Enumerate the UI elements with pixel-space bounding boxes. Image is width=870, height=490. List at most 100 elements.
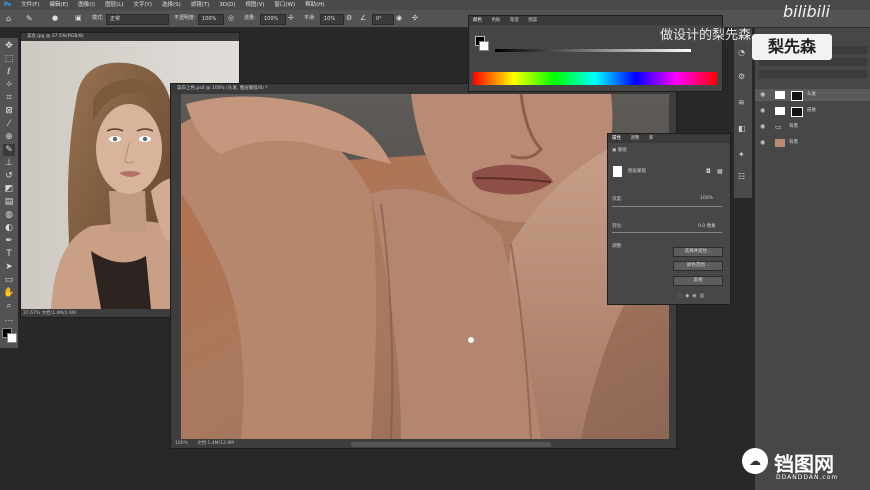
crop-tool-icon[interactable]: ⌗ bbox=[3, 92, 15, 104]
main-canvas-photo[interactable] bbox=[181, 94, 669, 439]
main-document-status: 文档:1.4M/13.9M bbox=[197, 441, 234, 446]
frame-tool-icon[interactable]: ⊠ bbox=[3, 105, 15, 117]
menu-edit[interactable]: 编辑(E) bbox=[46, 0, 73, 10]
adjustments-icon[interactable]: ⚙ bbox=[738, 72, 745, 81]
paths-icon[interactable]: ✦ bbox=[738, 150, 745, 159]
menu-image[interactable]: 图像(I) bbox=[74, 0, 99, 10]
history-icon[interactable]: ☷ bbox=[738, 172, 745, 181]
invert-button[interactable]: 反相 bbox=[673, 276, 723, 286]
marquee-tool-icon[interactable]: ⬚ bbox=[3, 53, 15, 65]
layer-row[interactable]: ◉ 头发 bbox=[755, 89, 870, 101]
layer-mask-thumbnail[interactable] bbox=[791, 107, 803, 117]
color-range-button[interactable]: 颜色范围... bbox=[673, 261, 723, 271]
tab-swatches[interactable]: 色板 bbox=[487, 18, 504, 23]
layers-icon[interactable]: ≋ bbox=[738, 98, 745, 107]
menu-help[interactable]: 帮助(H) bbox=[301, 0, 328, 10]
delete-mask-icon[interactable]: ▥ bbox=[700, 293, 708, 299]
feather-value[interactable]: 0.0 像素 bbox=[698, 223, 716, 229]
blur-tool-icon[interactable]: ◍ bbox=[3, 209, 15, 221]
healing-tool-icon[interactable]: ⊕ bbox=[3, 131, 15, 143]
layer-row[interactable]: ◉ ▭ 背景 bbox=[755, 121, 870, 133]
reference-document-tab[interactable]: 美女.jpg @ 37.5%(RGB/8) bbox=[21, 33, 239, 41]
ps-logo-icon[interactable]: Ps bbox=[0, 0, 15, 10]
path-select-tool-icon[interactable]: ➤ bbox=[3, 261, 15, 273]
tab-gradients[interactable]: 渐变 bbox=[506, 18, 523, 23]
more-tools-icon[interactable]: … bbox=[3, 313, 15, 325]
move-tool-icon[interactable]: ✥ bbox=[3, 40, 15, 52]
menu-layer[interactable]: 图层(L) bbox=[101, 0, 127, 10]
shape-tool-icon[interactable]: ▭ bbox=[3, 274, 15, 286]
menu-select[interactable]: 选择(S) bbox=[158, 0, 185, 10]
dodge-tool-icon[interactable]: ◐ bbox=[3, 222, 15, 234]
spectrum-bar[interactable] bbox=[473, 72, 717, 85]
home-icon[interactable]: ⌂ bbox=[6, 14, 11, 23]
visibility-eye-icon[interactable]: ◉ bbox=[760, 121, 765, 133]
opacity-field[interactable]: 100% bbox=[198, 14, 224, 25]
visibility-eye-icon[interactable]: ◉ bbox=[760, 89, 765, 101]
visibility-eye-icon[interactable]: ◉ bbox=[760, 137, 765, 149]
tab-adjustments[interactable]: 调整 bbox=[626, 136, 643, 141]
gradient-tool-icon[interactable]: ▤ bbox=[3, 196, 15, 208]
type-tool-icon[interactable]: T bbox=[3, 248, 15, 260]
site-logo-icon: ☁ bbox=[742, 448, 768, 474]
visibility-eye-icon[interactable]: ◉ bbox=[760, 105, 765, 117]
quick-select-tool-icon[interactable]: ✧ bbox=[3, 79, 15, 91]
layer-row[interactable]: ◉ 皮肤 bbox=[755, 105, 870, 117]
tab-properties[interactable]: 属性 bbox=[608, 136, 625, 141]
tab-color[interactable]: 颜色 bbox=[469, 18, 486, 23]
menu-window[interactable]: 窗口(W) bbox=[270, 0, 299, 10]
density-value[interactable]: 100% bbox=[700, 196, 713, 201]
mode-label: 模式: bbox=[92, 15, 104, 21]
color-panel-icon[interactable]: ◔ bbox=[738, 48, 745, 57]
brush-preset-icon[interactable]: ● bbox=[52, 14, 58, 23]
mode-select[interactable]: 正常 bbox=[106, 14, 169, 25]
brightness-slider[interactable] bbox=[495, 49, 691, 52]
pen-tool-icon[interactable]: ✒ bbox=[3, 235, 15, 247]
tab-patterns[interactable]: 图案 bbox=[524, 18, 541, 23]
brush-settings-icon[interactable]: ▣ bbox=[75, 14, 82, 23]
symmetry-icon[interactable]: ✣ bbox=[412, 14, 418, 23]
layer-row[interactable]: ◉ 背景 bbox=[755, 137, 870, 149]
history-brush-icon[interactable]: ↺ bbox=[3, 170, 15, 182]
pixel-mask-icon[interactable]: ◘ bbox=[706, 168, 711, 175]
channels-icon[interactable]: ◧ bbox=[738, 124, 746, 133]
zoom-tool-icon[interactable]: ⌕ bbox=[3, 300, 15, 312]
menu-3d[interactable]: 3D(D) bbox=[215, 0, 239, 10]
density-slider[interactable] bbox=[612, 206, 722, 207]
brush-tool-icon[interactable]: ✎ bbox=[26, 14, 33, 23]
layer-mask-label: 图层蒙版 bbox=[628, 169, 646, 174]
smoothing-field[interactable]: 10% bbox=[320, 14, 344, 25]
flow-field[interactable]: 100% bbox=[260, 14, 286, 25]
feather-slider[interactable] bbox=[612, 232, 722, 233]
eraser-tool-icon[interactable]: ◩ bbox=[3, 183, 15, 195]
eyedropper-tool-icon[interactable]: ⁄ bbox=[3, 118, 15, 130]
tools-panel: ✥ ⬚ ℓ ✧ ⌗ ⊠ ⁄ ⊕ ✎ ⊥ ↺ ◩ ▤ ◍ ◐ ✒ T ➤ ▭ ✋ … bbox=[0, 38, 18, 348]
menu-file[interactable]: 文件(F) bbox=[17, 0, 43, 10]
select-and-mask-button[interactable]: 选择并遮住... bbox=[673, 247, 723, 257]
brush-tool-icon[interactable]: ✎ bbox=[3, 144, 15, 156]
tab-libraries[interactable]: 库 bbox=[645, 136, 658, 141]
pressure-opacity-icon[interactable]: ◎ bbox=[228, 14, 234, 23]
menu-filter[interactable]: 滤镜(T) bbox=[187, 0, 214, 10]
stamp-tool-icon[interactable]: ⊥ bbox=[3, 157, 15, 169]
bg-color-chip[interactable] bbox=[479, 41, 489, 51]
pressure-size-icon[interactable]: ◉ bbox=[396, 14, 402, 23]
menu-type[interactable]: 文字(Y) bbox=[129, 0, 156, 10]
angle-field[interactable]: 0° bbox=[372, 14, 394, 25]
airbrush-icon[interactable]: ✢ bbox=[288, 14, 294, 23]
lasso-tool-icon[interactable]: ℓ bbox=[3, 66, 15, 78]
layers-panel: ◉ 头发 ◉ 皮肤 ◉ ▭ 背景 ◉ 背景 bbox=[754, 28, 870, 490]
properties-panel-tabs: 属性 调整 库 bbox=[608, 134, 730, 143]
background-color-swatch[interactable] bbox=[7, 333, 17, 343]
toggle-mask-icon[interactable]: ◉ bbox=[692, 293, 699, 299]
layer-mask-thumbnail[interactable] bbox=[791, 91, 803, 101]
vector-mask-icon[interactable]: ▦ bbox=[717, 168, 723, 175]
hand-tool-icon[interactable]: ✋ bbox=[3, 287, 15, 299]
horizontal-scrollbar[interactable] bbox=[351, 442, 551, 447]
menu-view[interactable]: 视图(V) bbox=[241, 0, 268, 10]
mask-icon: ▣ bbox=[612, 148, 617, 153]
smoothing-settings-icon[interactable]: ⚙ bbox=[346, 14, 352, 23]
folder-icon[interactable]: ▭ bbox=[775, 121, 782, 133]
layer-name: 头发 bbox=[807, 92, 816, 97]
layer-lock-bar[interactable] bbox=[759, 70, 867, 78]
